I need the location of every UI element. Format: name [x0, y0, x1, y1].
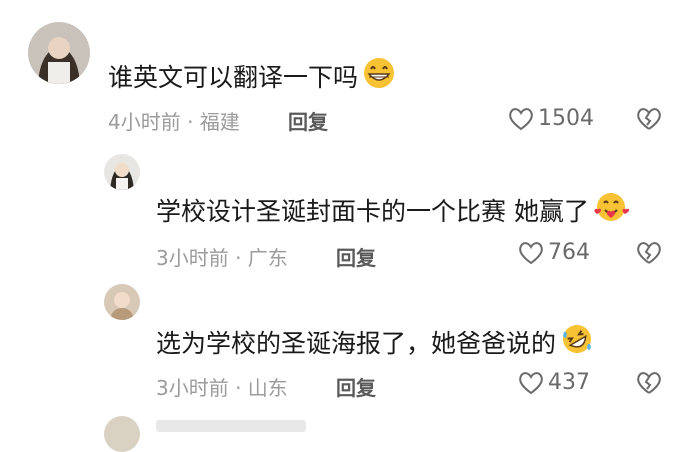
avatar[interactable] [104, 154, 140, 190]
avatar[interactable] [104, 284, 140, 320]
like-button[interactable]: 764 [518, 240, 590, 265]
comment-body: 选为学校的圣诞海报了，她爸爸说的 [156, 329, 557, 358]
heart-icon [519, 241, 543, 264]
comment-text: 谁英文可以翻译一下吗 [108, 56, 396, 96]
comment-body: 学校设计圣诞封面卡的一个比赛 她赢了 [156, 197, 589, 226]
heart-icon [519, 371, 543, 394]
broken-heart-icon[interactable] [636, 371, 662, 399]
comment-meta: 4小时前 · 福建 [108, 110, 240, 134]
smiling-face-with-hearts-icon [593, 190, 630, 230]
like-button[interactable]: 1504 [508, 106, 594, 131]
comment-text: 选为学校的圣诞海报了，她爸爸说的 [156, 322, 594, 362]
heart-icon [509, 107, 533, 130]
reply-button[interactable]: 回复 [288, 106, 328, 135]
broken-heart-icon[interactable] [636, 107, 662, 135]
grinning-face-icon [362, 56, 396, 96]
avatar[interactable] [28, 22, 90, 84]
like-count: 1504 [538, 106, 594, 131]
comment-meta: 3小时前 · 山东 [156, 376, 288, 400]
comment-text-partial [156, 420, 306, 432]
broken-heart-icon[interactable] [636, 241, 662, 269]
avatar[interactable] [104, 416, 140, 452]
like-count: 437 [548, 370, 590, 395]
comment-body: 谁英文可以翻译一下吗 [108, 63, 359, 92]
reply-button[interactable]: 回复 [336, 242, 376, 271]
comment-meta: 3小时前 · 广东 [156, 246, 288, 270]
comment-text: 学校设计圣诞封面卡的一个比赛 她赢了 [156, 190, 630, 230]
reply-button[interactable]: 回复 [336, 372, 376, 401]
rolling-on-floor-laughing-icon [560, 322, 594, 362]
like-count: 764 [548, 240, 590, 265]
like-button[interactable]: 437 [518, 370, 590, 395]
